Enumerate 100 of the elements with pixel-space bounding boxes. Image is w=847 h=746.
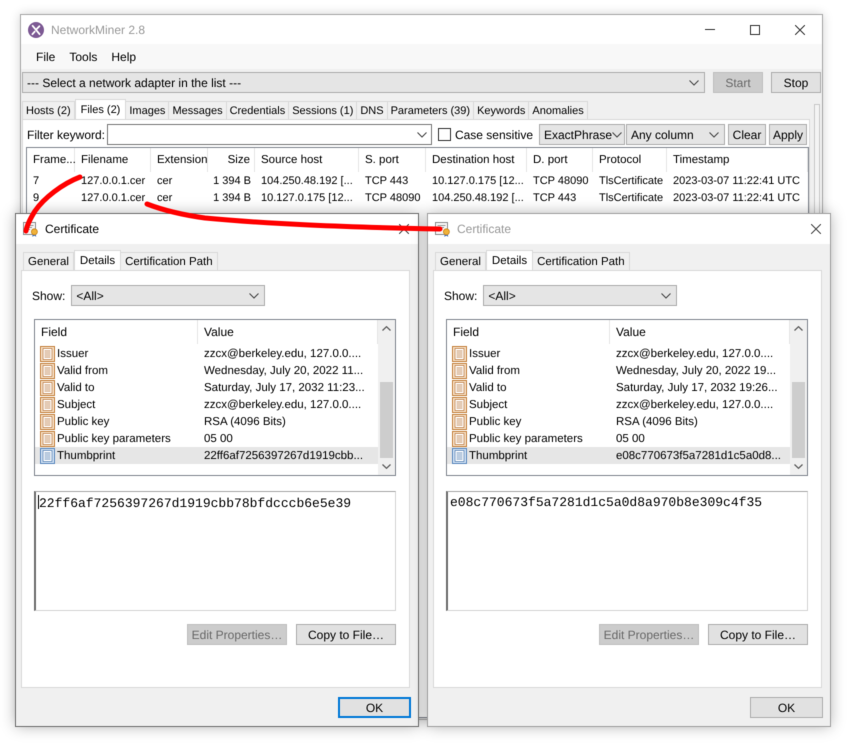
field-row[interactable]: Valid to Saturday, July 17, 2032 19:26...: [447, 379, 790, 396]
tab[interactable]: Details: [74, 250, 122, 270]
minimize-icon[interactable]: [704, 29, 714, 30]
menu-item[interactable]: Help: [104, 46, 144, 66]
menu-item[interactable]: Tools: [62, 46, 104, 66]
capture-button[interactable]: Stop: [771, 72, 821, 93]
field-name: Subject: [57, 398, 96, 410]
value-textarea[interactable]: e08c770673f5a7281d1c5a0d8a970b8e309c4f35: [446, 491, 808, 611]
field-value: RSA (4096 Bits): [615, 416, 699, 428]
field-row[interactable]: Valid from Wednesday, July 20, 2022 11...: [35, 362, 378, 379]
dialog-button[interactable]: Copy to File…: [708, 624, 808, 645]
field-row[interactable]: Valid from Wednesday, July 20, 2022 19...: [447, 362, 790, 379]
close-icon[interactable]: [811, 224, 821, 234]
dialog-button[interactable]: Copy to File…: [296, 624, 396, 645]
tab[interactable]: Images: [125, 101, 170, 119]
tab[interactable]: Sessions (1): [288, 101, 358, 119]
field-name: Public key: [57, 416, 110, 428]
scrollbar-thumb[interactable]: [792, 382, 805, 458]
field-row[interactable]: Public key RSA (4096 Bits): [447, 413, 790, 430]
column-header[interactable]: Destination host: [426, 148, 527, 172]
scrollbar[interactable]: [790, 320, 807, 475]
column-header[interactable]: Extension: [151, 148, 208, 172]
field-row[interactable]: Public key RSA (4096 Bits): [35, 413, 378, 430]
document-icon: [40, 430, 55, 446]
close-icon[interactable]: [794, 24, 804, 34]
ok-button[interactable]: OK: [750, 697, 823, 718]
window-title: NetworkMiner 2.8: [51, 22, 146, 36]
show-dropdown[interactable]: <All>: [71, 285, 266, 306]
checkbox-label[interactable]: Case sensitive: [454, 128, 533, 142]
field-name: Issuer: [469, 348, 500, 360]
field-value: zzcx@berkeley.edu, 127.0.0....: [615, 348, 774, 360]
checkbox[interactable]: [438, 128, 451, 141]
tab[interactable]: General: [435, 252, 486, 270]
field-value: zzcx@berkeley.edu, 127.0.0....: [203, 398, 362, 410]
filter-label: Filter keyword:: [27, 128, 106, 142]
document-icon: [40, 414, 55, 430]
field-row[interactable]: Issuer zzcx@berkeley.edu, 127.0.0....: [447, 345, 790, 362]
field-row[interactable]: Valid to Saturday, July 17, 2032 11:23...: [35, 379, 378, 396]
field-row[interactable]: Thumbprint 22ff6af7256397267d1919cbb...: [35, 447, 378, 464]
tab[interactable]: Certification Path: [532, 252, 630, 270]
ok-button[interactable]: OK: [338, 697, 411, 718]
column-header[interactable]: Protocol: [593, 148, 667, 172]
scroll-down-icon[interactable]: [794, 464, 803, 469]
field-row[interactable]: Public key parameters 05 00: [447, 430, 790, 447]
field-row[interactable]: Thumbprint e08c770673f5a7281d1c5a0d8...: [447, 447, 790, 464]
tab[interactable]: General: [23, 252, 74, 270]
column-header[interactable]: Source host: [255, 148, 359, 172]
column-dropdown[interactable]: Any column: [626, 124, 725, 145]
table-cell-text: 1 394 B: [212, 190, 252, 206]
chevron-down-icon: [661, 292, 672, 298]
chevron-down-icon: [612, 132, 622, 138]
field-row[interactable]: Subject zzcx@berkeley.edu, 127.0.0....: [35, 396, 378, 413]
menu-item[interactable]: File: [29, 46, 62, 66]
tab[interactable]: Files (2): [74, 99, 126, 119]
column-header[interactable]: D. port: [527, 148, 593, 172]
field-row[interactable]: Public key parameters 05 00: [35, 430, 378, 447]
table-cell-text: 2023-03-07 11:22:41 UTC: [672, 190, 801, 206]
field-name: Valid from: [469, 364, 520, 376]
app-logo-icon: [28, 22, 44, 38]
scroll-up-icon[interactable]: [382, 326, 391, 331]
chevron-down-icon: [689, 80, 699, 86]
column-header[interactable]: Field: [35, 320, 198, 344]
tab[interactable]: Messages: [168, 101, 227, 119]
column-header[interactable]: Field: [447, 320, 610, 344]
column-header[interactable]: Filename: [75, 148, 151, 172]
field-name: Public key parameters: [469, 432, 583, 444]
maximize-icon[interactable]: [750, 24, 760, 34]
column-header[interactable]: S. port: [359, 148, 426, 172]
scrollbar[interactable]: [378, 320, 395, 475]
tab[interactable]: Certification Path: [120, 252, 218, 270]
field-name: Thumbprint: [469, 450, 528, 462]
field-name: Issuer: [57, 348, 88, 360]
field-row[interactable]: Issuer zzcx@berkeley.edu, 127.0.0....: [35, 345, 378, 362]
show-label: Show:: [444, 288, 478, 302]
tab[interactable]: Parameters (39): [386, 101, 474, 119]
close-icon[interactable]: [399, 224, 409, 234]
tab[interactable]: Details: [486, 250, 534, 270]
value-textarea[interactable]: 22ff6af7256397267d1919cbb78bfdcccb6e5e39: [34, 491, 396, 611]
tab[interactable]: Keywords: [473, 101, 530, 119]
tab[interactable]: Hosts (2): [22, 101, 75, 119]
field-row[interactable]: Subject zzcx@berkeley.edu, 127.0.0....: [447, 396, 790, 413]
filter-button[interactable]: Apply: [769, 124, 807, 145]
table-cell-text: 2023-03-07 11:22:41 UTC: [672, 174, 801, 188]
scroll-up-icon[interactable]: [794, 326, 803, 331]
match-mode-dropdown[interactable]: ExactPhrase: [539, 124, 625, 145]
scrollbar-thumb[interactable]: [380, 382, 393, 458]
column-header[interactable]: Size: [208, 148, 255, 172]
table-cell-text: 9: [32, 190, 40, 206]
show-dropdown[interactable]: <All>: [483, 285, 678, 306]
field-name: Valid from: [57, 364, 108, 376]
column-header[interactable]: Timestamp: [667, 148, 808, 172]
text-cursor: [38, 495, 39, 509]
filter-keyword-field[interactable]: [107, 124, 432, 145]
table-cell-text: 10.127.0.175 [12...: [260, 190, 354, 206]
adapter-dropdown[interactable]: --- Select a network adapter in the list ---: [22, 72, 705, 93]
filter-button[interactable]: Clear: [728, 124, 766, 145]
document-icon: [40, 380, 55, 396]
column-header[interactable]: Frame...: [27, 148, 75, 172]
tab[interactable]: Anomalies: [528, 101, 588, 119]
scroll-down-icon[interactable]: [382, 464, 391, 469]
